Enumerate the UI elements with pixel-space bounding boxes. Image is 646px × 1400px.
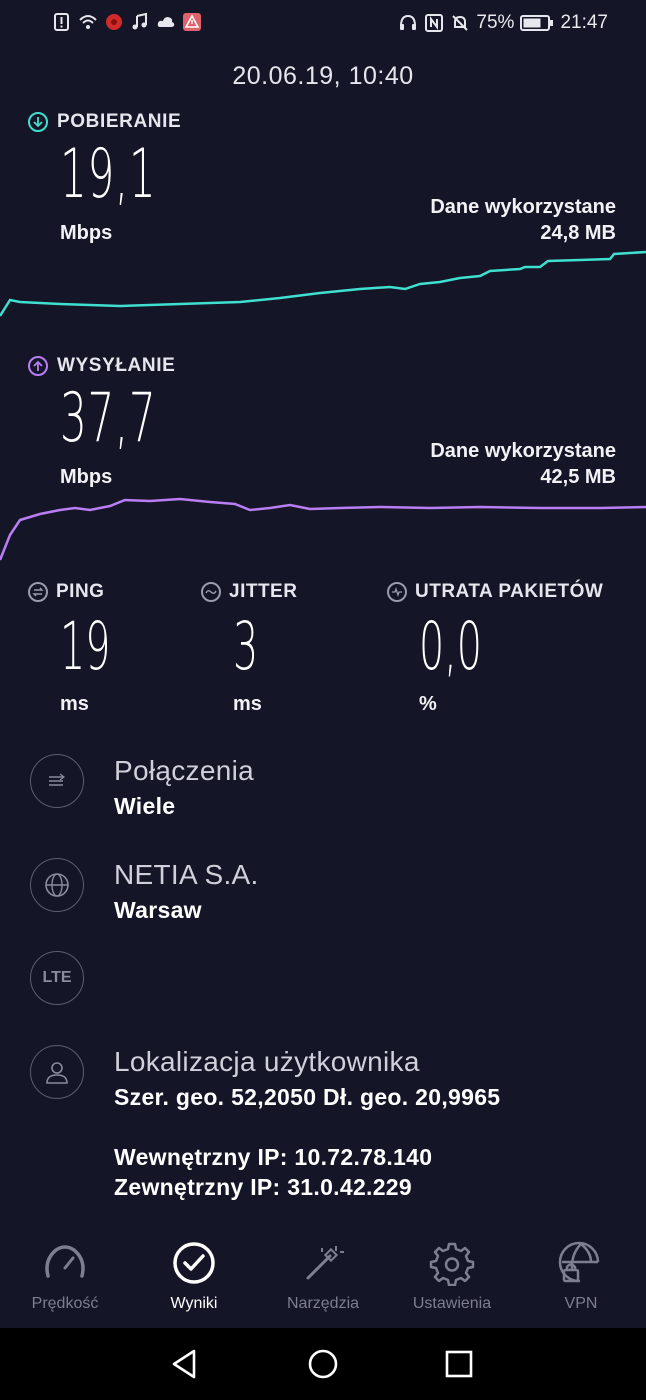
globe-icon xyxy=(45,873,69,897)
packet-loss-unit: % xyxy=(419,693,437,715)
provider-title: NETIA S.A. xyxy=(114,859,259,890)
home-icon[interactable] xyxy=(307,1348,339,1380)
network-type-icon-circle: LTE xyxy=(30,951,84,1005)
recents-icon[interactable] xyxy=(445,1350,473,1378)
ping-unit: ms xyxy=(60,693,89,715)
magic-wand-icon xyxy=(306,1246,344,1280)
status-icons-left xyxy=(52,12,202,32)
music-icon xyxy=(132,12,147,30)
packet-loss-label: UTRATA PAKIETÓW xyxy=(387,581,603,603)
jitter-label-text: JITTER xyxy=(229,581,298,602)
user-icon-circle xyxy=(30,1045,84,1099)
mute-bell-icon xyxy=(452,15,469,31)
system-navigation-bar xyxy=(0,1328,646,1400)
alert-icon xyxy=(54,13,69,31)
headphones-icon xyxy=(400,14,417,30)
connections-icon-circle xyxy=(30,754,84,808)
download-label: POBIERANIE xyxy=(28,111,181,133)
provider-location: Warsaw xyxy=(114,897,202,923)
status-icons-right: 75% 21:47 xyxy=(398,12,608,34)
packet-loss-icon xyxy=(387,582,407,602)
back-icon[interactable] xyxy=(168,1348,200,1380)
download-label-text: POBIERANIE xyxy=(57,111,182,132)
packet-loss-value: 0,0 xyxy=(419,608,482,685)
jitter-icon xyxy=(201,582,221,602)
provider-icon-circle xyxy=(30,858,84,912)
ping-value: 19 xyxy=(60,608,111,685)
clock: 21:47 xyxy=(560,12,608,33)
warning-app-icon xyxy=(183,13,201,31)
internal-ip: Wewnętrzny IP: 10.72.78.140 xyxy=(114,1144,433,1170)
speedometer-icon xyxy=(45,1245,85,1278)
result-timestamp: 20.06.19, 10:40 xyxy=(232,62,414,90)
packet-loss-label-text: UTRATA PAKIETÓW xyxy=(415,581,604,602)
nav-label-tools: Narzędzia xyxy=(286,1295,360,1312)
nav-label-results: Wyniki xyxy=(170,1295,218,1312)
gear-icon xyxy=(429,1242,475,1287)
status-bar: 75% 21:47 xyxy=(0,0,646,48)
nav-label-settings: Ustawienia xyxy=(412,1295,492,1312)
nav-item-vpn[interactable]: VPN xyxy=(516,1240,646,1313)
upload-label: WYSYŁANIE xyxy=(28,355,175,377)
download-value: 19,1 xyxy=(60,135,157,214)
nav-label-speed: Prędkość xyxy=(31,1295,99,1312)
nfc-icon xyxy=(425,14,444,32)
nav-label-vpn: VPN xyxy=(564,1295,598,1312)
nav-item-tools[interactable]: Narzędzia xyxy=(258,1240,388,1313)
ping-label-text: PING xyxy=(56,581,105,602)
download-speed-line xyxy=(0,250,646,317)
ping-label: PING xyxy=(28,581,104,603)
upload-speed-graph xyxy=(0,497,646,561)
cloud-icon xyxy=(157,17,175,27)
nav-item-speed[interactable]: Prędkość xyxy=(0,1240,130,1313)
upload-data-used-label: Dane wykorzystane xyxy=(430,440,616,462)
download-arrow-icon xyxy=(28,112,48,132)
connections-icon xyxy=(49,773,65,786)
nav-item-results[interactable]: Wyniki xyxy=(129,1240,259,1313)
bottom-navigation: Prędkość Wyniki Narzędzia Ustawienia VPN xyxy=(0,1228,646,1328)
app-notification-icon xyxy=(106,14,122,30)
upload-arrow-icon xyxy=(28,356,48,376)
location-coordinates: Szer. geo. 52,2050 Dł. geo. 20,9965 xyxy=(114,1084,501,1110)
download-data-used-label: Dane wykorzystane xyxy=(430,196,616,218)
ping-icon xyxy=(28,582,48,602)
connections-title: Połączenia xyxy=(114,755,254,786)
jitter-label: JITTER xyxy=(201,581,297,603)
upload-speed-line xyxy=(0,497,646,561)
jitter-value: 3 xyxy=(233,608,259,685)
download-speed-graph xyxy=(0,250,646,317)
user-icon xyxy=(46,1062,68,1084)
connections-value: Wiele xyxy=(114,793,176,819)
jitter-unit: ms xyxy=(233,693,262,715)
upload-value: 37,7 xyxy=(60,379,157,458)
lte-badge: LTE xyxy=(42,969,72,986)
wifi-icon xyxy=(79,15,97,29)
nav-item-settings[interactable]: Ustawienia xyxy=(387,1240,517,1313)
external-ip: Zewnętrzny IP: 31.0.42.229 xyxy=(114,1174,412,1200)
battery-percent: 75% xyxy=(476,12,515,33)
upload-label-text: WYSYŁANIE xyxy=(57,355,176,376)
battery-icon xyxy=(520,15,554,31)
globe-lock-icon xyxy=(558,1241,600,1283)
location-title: Lokalizacja użytkownika xyxy=(114,1046,420,1077)
check-circle-icon xyxy=(173,1242,215,1284)
